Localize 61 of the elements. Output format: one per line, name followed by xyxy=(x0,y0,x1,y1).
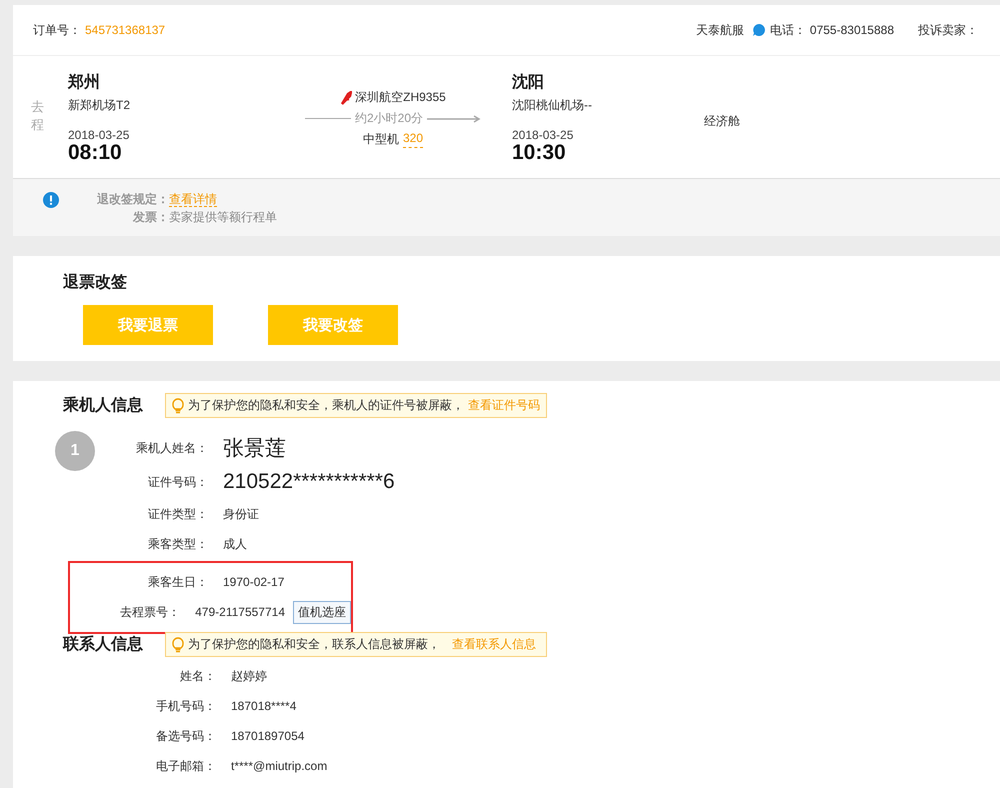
flight-date: 2018-03-25 xyxy=(512,128,574,142)
field-label: 证件类型： xyxy=(147,506,208,522)
phone-number: 0755-83015888 xyxy=(810,23,894,37)
view-link[interactable]: 查看联系人信息 xyxy=(452,636,536,653)
order-number: 545731368137 xyxy=(85,23,166,37)
airport-name: 新郑机场T2 xyxy=(68,97,132,114)
field-label: 备选号码： xyxy=(155,728,216,744)
field-label: 乘客生日： xyxy=(147,574,208,590)
chat-icon[interactable] xyxy=(752,23,766,37)
phone-label: 电话： xyxy=(770,22,806,38)
field-value: 18701897054 xyxy=(231,729,304,743)
field-value: 成人 xyxy=(223,536,247,552)
section-title: 退票改签 xyxy=(63,272,128,293)
field-value: 479-2117557714 xyxy=(195,605,285,619)
passenger-number: 1 xyxy=(55,431,95,471)
lightbulb-icon xyxy=(172,398,184,414)
invoice-label: 发票： xyxy=(132,209,169,226)
field-value: 赵婷婷 xyxy=(231,668,267,684)
field-label: 手机号码： xyxy=(155,698,216,714)
action-button[interactable]: 我要改签 xyxy=(268,305,398,345)
flight-duration: 约2小时20分 xyxy=(354,110,424,127)
field-label: 电子邮箱： xyxy=(155,758,216,774)
cabin-class: 经济舱 xyxy=(704,113,740,130)
field-value: 1970-02-17 xyxy=(223,575,284,589)
tip-text: 为了保护您的隐私和安全，乘机人的证件号被屏蔽， xyxy=(188,397,464,414)
details-link[interactable]: 查看详情 xyxy=(169,192,217,207)
invoice-text: 卖家提供等额行程单 xyxy=(169,209,277,226)
tip-text: 为了保护您的隐私和安全，联系人信息被屏蔽， xyxy=(188,636,440,653)
order-label: 订单号： xyxy=(33,22,81,38)
field-label: 乘客类型： xyxy=(147,536,208,552)
field-label: 姓名： xyxy=(179,668,216,684)
field-label: 乘机人姓名： xyxy=(135,440,208,456)
field-value: 210522***********6 xyxy=(223,470,395,494)
rule-label: 退改签规定： xyxy=(96,191,169,208)
flight-time: 10:30 xyxy=(512,142,567,164)
direction-label: 去程 xyxy=(31,98,44,134)
arrow-icon xyxy=(427,114,482,122)
airline-flight: 深圳航空ZH9355 xyxy=(355,89,446,106)
field-value: 张景莲 xyxy=(223,436,286,462)
agency-name: 天泰航服 xyxy=(696,22,744,38)
city-name: 郑州 xyxy=(68,72,101,93)
action-button[interactable]: 我要退票 xyxy=(83,305,213,345)
field-value: 187018****4 xyxy=(231,699,296,713)
flight-time: 08:10 xyxy=(68,142,123,164)
info-icon xyxy=(43,192,59,208)
field-value: t****@miutrip.com xyxy=(231,759,328,773)
section-title: 乘机人信息 xyxy=(63,395,143,416)
lightbulb-icon xyxy=(172,636,184,652)
field-value: 身份证 xyxy=(223,506,259,522)
airline-logo-icon xyxy=(340,90,352,104)
view-link[interactable]: 查看证件号码 xyxy=(468,397,540,414)
complaint-link[interactable]: 投诉卖家： xyxy=(918,22,978,38)
city-name: 沈阳 xyxy=(512,72,545,93)
seat-selection-button[interactable]: 值机选座 xyxy=(293,600,351,624)
field-label: 去程票号： xyxy=(119,604,180,620)
aircraft-code[interactable]: 320 xyxy=(402,131,424,148)
field-label: 证件号码： xyxy=(147,474,208,490)
airport-name: 沈阳桃仙机场-- xyxy=(512,97,593,114)
section-title: 联系人信息 xyxy=(63,634,143,655)
aircraft-type: 中型机 xyxy=(362,131,399,148)
flight-date: 2018-03-25 xyxy=(68,128,130,142)
